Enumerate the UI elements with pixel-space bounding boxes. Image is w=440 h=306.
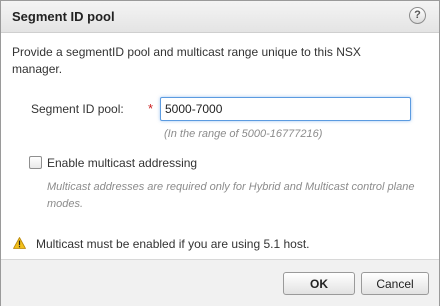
segment-id-pool-dialog: Segment ID pool ? Provide a segmentID po… [0, 0, 440, 306]
intro-text: Provide a segmentID pool and multicast r… [12, 45, 361, 76]
segment-id-pool-label: Segment ID pool: [31, 102, 124, 116]
required-marker: * [148, 101, 154, 116]
dialog-title: Segment ID pool [12, 9, 115, 24]
enable-multicast-label[interactable]: Enable multicast addressing [47, 156, 197, 170]
dialog-titlebar: Segment ID pool ? [1, 1, 439, 33]
enable-multicast-checkbox[interactable] [29, 156, 42, 169]
ok-button[interactable]: OK [283, 272, 355, 295]
help-icon[interactable]: ? [409, 7, 426, 24]
segment-range-hint: (In the range of 5000-16777216) [164, 128, 323, 140]
dialog-footer: OK Cancel [1, 259, 439, 306]
segment-id-pool-input[interactable] [160, 97, 411, 121]
warning-icon [13, 237, 26, 249]
warning-text: Multicast must be enabled if you are usi… [36, 237, 310, 251]
multicast-note: Multicast addresses are required only fo… [47, 181, 415, 210]
cancel-button[interactable]: Cancel [361, 272, 429, 295]
